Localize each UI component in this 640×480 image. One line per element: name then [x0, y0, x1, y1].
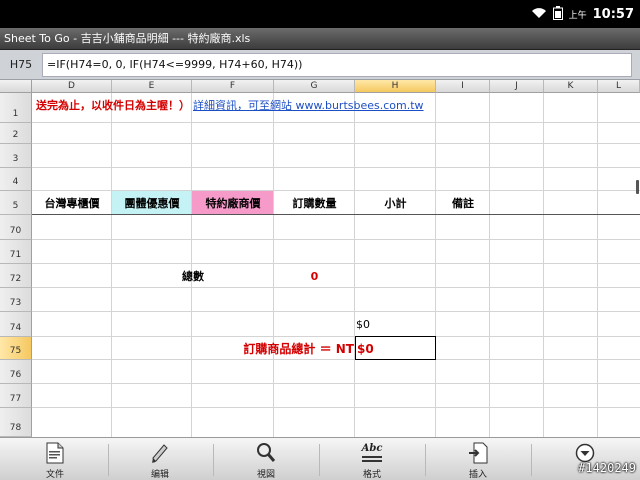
header-group-price[interactable]: 團體優惠價 — [112, 191, 192, 215]
shipping-notice[interactable]: 送完為止，以收件日為主喔！） — [32, 94, 192, 116]
row-header-70[interactable]: 70 — [0, 215, 32, 240]
grand-total-label[interactable]: 訂購商品總計 ＝ NT — [192, 337, 355, 360]
battery-icon — [552, 6, 563, 23]
header-subtotal[interactable]: 小計 — [355, 191, 436, 215]
view-button[interactable]: 視図 — [241, 438, 291, 480]
wifi-icon — [531, 7, 547, 22]
row-header-76[interactable]: 76 — [0, 360, 32, 384]
total-count-label[interactable]: 總數 — [112, 264, 274, 288]
formula-input[interactable]: =IF(H74=0, 0, IF(H74<=9999, H74+60, H74)… — [42, 53, 632, 77]
column-header-e[interactable]: E — [112, 80, 192, 93]
edit-button[interactable]: 编辑 — [135, 438, 185, 480]
total-count-value[interactable]: 0 — [274, 264, 355, 288]
row-header-74[interactable]: 74 — [0, 312, 32, 337]
status-ampm: 上午 — [568, 11, 587, 21]
column-header-j[interactable]: J — [490, 80, 544, 93]
active-cell-border[interactable] — [355, 336, 436, 360]
cell-reference[interactable]: H75 — [0, 50, 42, 80]
row-header-2[interactable]: 2 — [0, 123, 32, 144]
row-header-73[interactable]: 73 — [0, 288, 32, 312]
website-info-link[interactable]: 詳細資訊，可至網站 www.burtsbees.com.tw — [192, 94, 440, 116]
window-title: Sheet To Go - 吉吉小舖商品明細 --- 特約廠商.xls — [0, 28, 640, 50]
column-header-k[interactable]: K — [544, 80, 598, 93]
grid-line — [32, 122, 640, 123]
bottom-toolbar: 文件 编辑 視図 Abc 格式 插入 — [0, 437, 640, 480]
row-header-78[interactable]: 78 — [0, 408, 32, 437]
column-header-g[interactable]: G — [274, 80, 355, 93]
status-bar: 上午 10:57 — [0, 0, 640, 28]
grid-line — [435, 93, 436, 437]
column-header-i[interactable]: I — [436, 80, 490, 93]
row-header-71[interactable]: 71 — [0, 240, 32, 264]
formula-bar: H75 =IF(H74=0, 0, IF(H74<=9999, H74+60, … — [0, 50, 640, 80]
grid-line — [32, 143, 640, 144]
magnifier-icon — [255, 441, 277, 465]
column-header-d[interactable]: D — [32, 80, 112, 93]
grid-line — [32, 311, 640, 312]
row-header-1[interactable]: 1 — [0, 93, 32, 123]
spreadsheet-grid[interactable]: D E F G H I J K L 1 2 3 4 5 70 71 72 73 … — [0, 80, 640, 437]
row-header-3[interactable]: 3 — [0, 144, 32, 168]
row-header-5[interactable]: 5 — [0, 191, 32, 215]
grid-line — [32, 239, 640, 240]
row-header-77[interactable]: 77 — [0, 384, 32, 408]
grid-line — [543, 93, 544, 437]
insert-button[interactable]: 插入 — [453, 438, 503, 480]
column-header-h[interactable]: H — [355, 80, 436, 93]
grid-line — [32, 407, 640, 408]
grid-line — [489, 93, 490, 437]
row-header-75[interactable]: 75 — [0, 337, 32, 360]
watermark: #1420249 — [578, 461, 636, 475]
insert-icon — [467, 441, 489, 465]
grid-line — [32, 167, 640, 168]
grid-line — [597, 93, 598, 437]
grid-line — [32, 383, 640, 384]
select-all-corner[interactable] — [0, 80, 32, 93]
file-button[interactable]: 文件 — [30, 438, 80, 480]
format-abc-icon: Abc — [361, 441, 383, 465]
row-header-4[interactable]: 4 — [0, 168, 32, 191]
vertical-scroll-thumb[interactable] — [636, 180, 639, 194]
header-vendor-price[interactable]: 特約廠商價 — [192, 191, 274, 215]
document-icon — [44, 441, 66, 465]
column-header-f[interactable]: F — [192, 80, 274, 93]
pencil-icon — [149, 441, 171, 465]
status-clock: 10:57 — [592, 7, 634, 22]
column-header-l[interactable]: L — [598, 80, 640, 93]
format-button[interactable]: Abc 格式 — [347, 438, 397, 480]
header-quantity[interactable]: 訂購數量 — [274, 191, 355, 215]
row-header-72[interactable]: 72 — [0, 264, 32, 288]
sum-value-cell[interactable]: $0 — [355, 312, 436, 336]
header-tw-price[interactable]: 台灣專櫃價 — [32, 191, 112, 215]
header-note[interactable]: 備註 — [436, 191, 490, 215]
